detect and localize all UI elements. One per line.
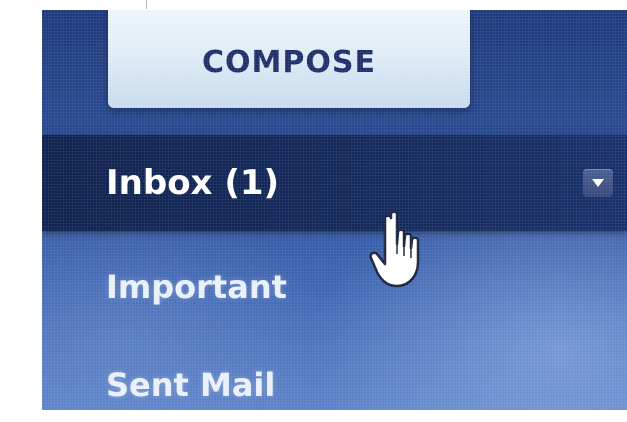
- inbox-dropdown-button[interactable]: [583, 169, 613, 197]
- nav-item-inbox-label: Inbox (1): [106, 163, 280, 203]
- nav-item-important[interactable]: Important: [42, 252, 627, 322]
- frame-tick-mark: [146, 0, 147, 9]
- hand-cursor-icon: [369, 210, 420, 288]
- email-sidebar: COMPOSE Inbox (1) Important Sent Mail: [42, 10, 627, 410]
- nav-item-sent-mail[interactable]: Sent Mail: [42, 350, 627, 410]
- nav-item-important-label: Important: [106, 268, 287, 306]
- nav-item-inbox[interactable]: Inbox (1): [42, 135, 627, 231]
- compose-button[interactable]: COMPOSE: [108, 10, 470, 108]
- chevron-down-icon: [592, 179, 604, 187]
- nav-item-sent-mail-label: Sent Mail: [106, 366, 276, 404]
- photo-frame: COMPOSE Inbox (1) Important Sent Mail: [0, 0, 627, 422]
- compose-button-label: COMPOSE: [202, 44, 376, 80]
